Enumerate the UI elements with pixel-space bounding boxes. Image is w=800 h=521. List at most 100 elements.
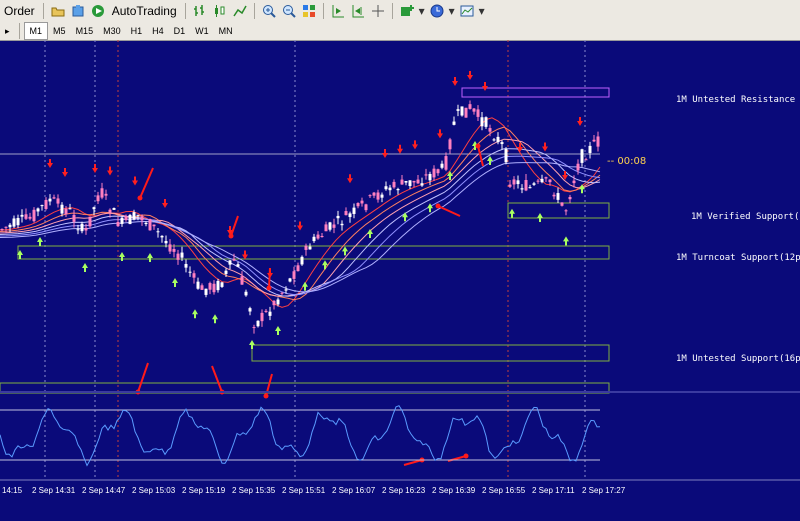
candle-body <box>244 291 248 296</box>
candle-body <box>552 194 556 197</box>
chart-area[interactable]: 1M Untested Resistance 1M Verified Suppo… <box>0 40 800 516</box>
level-label-verified-support: 1M Verified Support( <box>691 212 800 222</box>
candle-body <box>368 195 372 197</box>
line-chart-icon[interactable] <box>231 2 249 20</box>
zoom-in-icon[interactable] <box>260 2 278 20</box>
candle-body <box>424 174 428 176</box>
up-arrow-signal <box>367 229 373 238</box>
up-arrow-signal <box>172 278 178 287</box>
candle-body <box>308 246 312 250</box>
bar-chart-icon[interactable] <box>191 2 209 20</box>
candle-body <box>472 108 476 112</box>
tile-windows-icon[interactable] <box>300 2 318 20</box>
dropdown-arrow-icon[interactable]: ▾ <box>418 2 426 20</box>
toolbox-icon[interactable] <box>69 2 87 20</box>
candle-body <box>136 214 140 216</box>
dropdown-arrow-icon[interactable]: ▾ <box>478 2 486 20</box>
price-chart[interactable] <box>0 40 800 516</box>
candle-body <box>500 142 504 145</box>
indicators-icon[interactable] <box>398 2 416 20</box>
toolbar-separator <box>18 23 20 39</box>
candle-body <box>120 217 124 224</box>
main-toolbar: Order AutoTrading ▾ ▾ ▾ <box>0 0 800 23</box>
up-arrow-signal <box>402 212 408 222</box>
annotation-arrowhead <box>137 195 143 201</box>
crosshair-icon[interactable] <box>369 2 387 20</box>
candle-body <box>460 106 464 116</box>
up-arrow-signal <box>342 246 348 256</box>
timeframe-m30[interactable]: M30 <box>98 23 126 39</box>
timeframe-mn[interactable]: MN <box>214 23 238 39</box>
candle-body <box>44 199 48 209</box>
annotation-arrowhead <box>266 285 272 291</box>
autotrading-button[interactable]: AutoTrading <box>108 4 181 18</box>
annotation-arrowhead <box>263 393 269 399</box>
candle-body <box>372 192 376 196</box>
candle-body <box>56 198 60 204</box>
timeframe-toolbar: ▸ M1 M5 M15 M30 H1 H4 D1 W1 MN <box>0 22 800 41</box>
candle-body <box>104 193 108 196</box>
candle-body <box>252 327 256 329</box>
candle-body <box>572 180 576 184</box>
timeframe-h4[interactable]: H4 <box>147 23 169 39</box>
toolbar-separator <box>253 3 255 19</box>
dropdown-arrow-icon[interactable]: ▾ <box>448 2 456 20</box>
timeframe-m1[interactable]: M1 <box>23 22 49 40</box>
candle-body <box>428 173 432 181</box>
candle-body <box>520 188 524 190</box>
candle-body <box>536 180 540 182</box>
timeframe-h1[interactable]: H1 <box>126 23 148 39</box>
candle-body <box>592 139 596 142</box>
chart-shift-icon[interactable] <box>329 2 347 20</box>
candle-body <box>388 187 392 191</box>
candle-body <box>224 270 228 274</box>
autoscroll-icon[interactable] <box>349 2 367 20</box>
candle-body <box>316 234 320 239</box>
annotation-arrowhead <box>228 233 234 239</box>
annotation-arrow <box>268 267 271 289</box>
candlestick-chart-icon[interactable] <box>211 2 229 20</box>
time-axis-label: 2 Sep 15:35 <box>232 486 276 495</box>
candle-body <box>376 192 380 200</box>
candle-body <box>348 213 352 218</box>
candle-body <box>584 159 588 161</box>
candle-body <box>88 216 92 227</box>
down-arrow-signal <box>452 77 458 86</box>
candle-body <box>4 226 8 228</box>
up-arrow-signal <box>322 260 328 270</box>
up-arrow-signal <box>302 281 308 291</box>
bar-countdown-timer: -- 00:08 <box>607 156 647 167</box>
candle-body <box>68 208 72 210</box>
timeframe-m5[interactable]: M5 <box>48 23 71 39</box>
zoom-out-icon[interactable] <box>280 2 298 20</box>
down-arrow-signal <box>467 71 473 80</box>
candle-body <box>124 215 128 220</box>
candle-body <box>284 289 288 291</box>
candle-body <box>408 180 412 187</box>
candle-body <box>304 245 308 250</box>
annotation-arrowhead <box>463 453 469 459</box>
timeframe-w1[interactable]: W1 <box>190 23 214 39</box>
candle-body <box>312 236 316 242</box>
candle-body <box>132 212 136 220</box>
timeframe-d1[interactable]: D1 <box>169 23 191 39</box>
templates-icon[interactable] <box>458 2 476 20</box>
candle-body <box>384 186 388 190</box>
annotation-arrow <box>437 205 461 217</box>
candle-body <box>396 188 400 191</box>
candle-body <box>128 214 132 225</box>
candle-body <box>80 223 84 232</box>
timeframe-m15[interactable]: M15 <box>71 23 99 39</box>
candle-body <box>480 117 484 127</box>
candle-body <box>512 179 516 185</box>
candle-body <box>564 210 568 212</box>
candle-body <box>412 180 416 183</box>
time-axis-label: 2 Sep 15:19 <box>182 486 226 495</box>
down-arrow-signal <box>132 176 138 186</box>
annotation-arrow <box>230 215 239 237</box>
order-button[interactable]: Order <box>0 4 39 18</box>
autotrading-icon[interactable] <box>89 2 107 20</box>
candle-body <box>496 136 500 143</box>
folder-icon[interactable] <box>49 2 67 20</box>
periods-clock-icon[interactable] <box>428 2 446 20</box>
